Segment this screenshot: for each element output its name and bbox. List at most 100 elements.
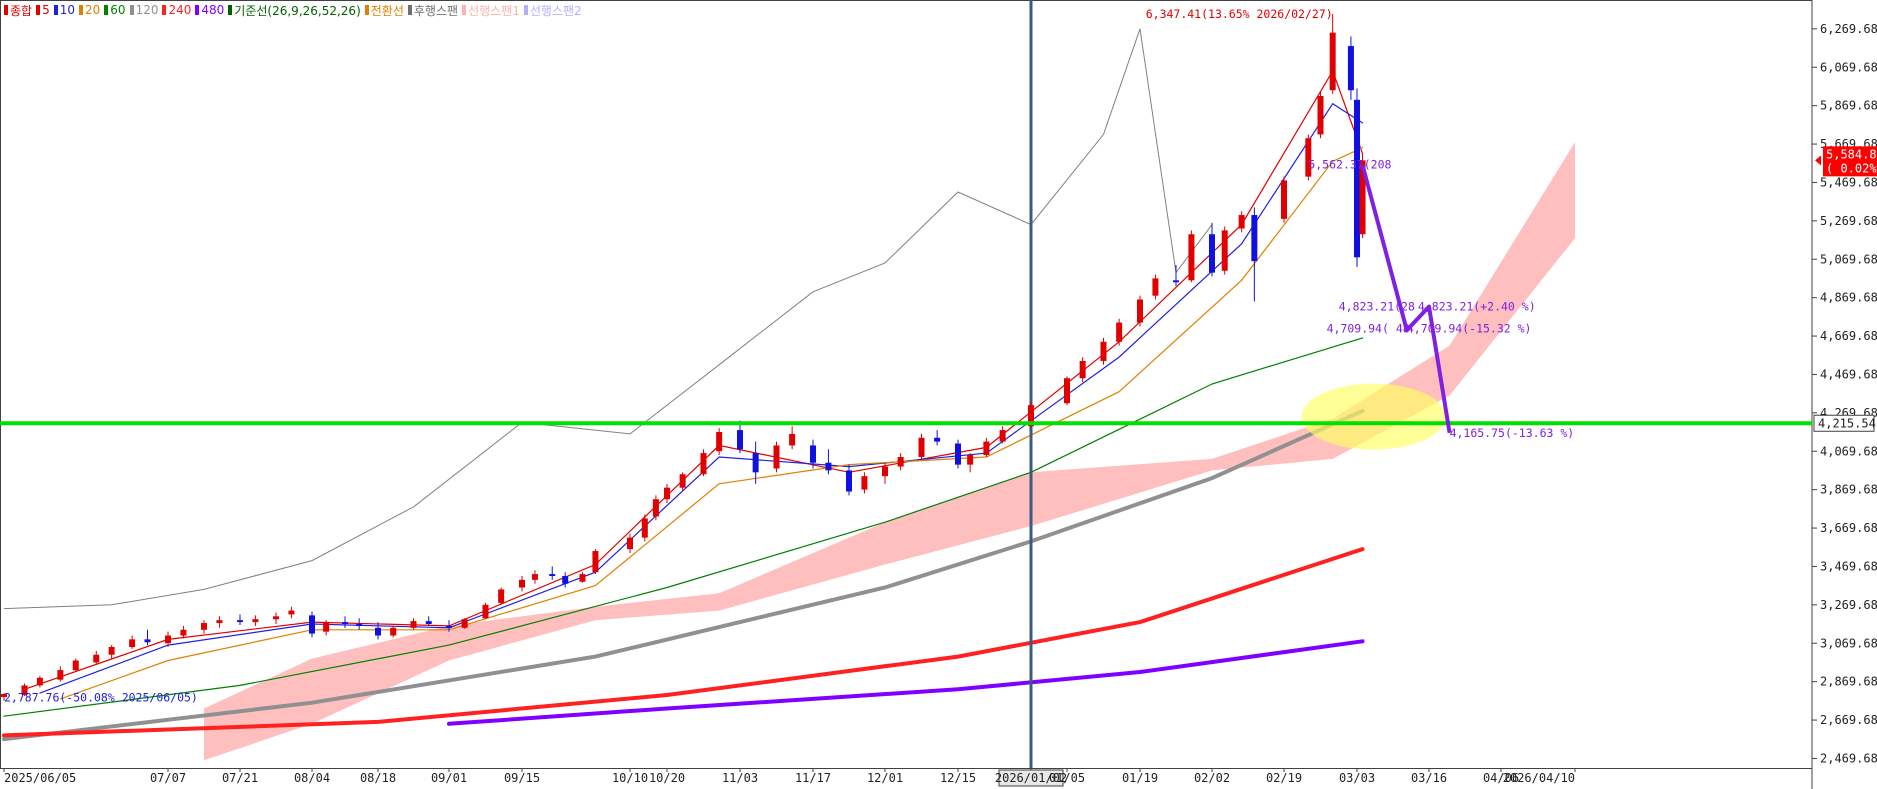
candle-body[interactable] (592, 551, 599, 573)
candle-body[interactable] (1221, 230, 1228, 271)
candle-body[interactable] (309, 615, 315, 634)
y-tick-label: 3,269.68 (1820, 598, 1877, 612)
candle-body[interactable] (897, 456, 904, 467)
x-tick-label: 09/15 (504, 771, 540, 785)
legend-item[interactable]: 480 (195, 3, 224, 17)
candle-body[interactable] (461, 619, 468, 628)
candle-body[interactable] (1152, 278, 1159, 296)
candle-body[interactable] (1079, 360, 1086, 379)
candle-body[interactable] (1188, 234, 1195, 281)
candle-body[interactable] (1251, 215, 1258, 262)
legend-label: 240 (168, 3, 192, 17)
candle-body[interactable] (983, 441, 990, 456)
candle-body[interactable] (93, 654, 100, 663)
legend-label: 10 (59, 3, 76, 17)
candle-body[interactable] (752, 453, 759, 473)
candle-body[interactable] (144, 639, 151, 643)
candle-body[interactable] (216, 620, 223, 624)
candle-body[interactable] (918, 437, 925, 457)
candle-body[interactable] (108, 647, 115, 655)
candle-body[interactable] (999, 430, 1006, 442)
legend-item[interactable]: 60 (104, 3, 126, 17)
candle-body[interactable] (252, 619, 259, 623)
candle-body[interactable] (446, 625, 452, 628)
legend-label: 480 (201, 3, 225, 17)
y-tick-label: 4,869.68 (1820, 291, 1877, 305)
candle-body[interactable] (72, 660, 79, 671)
candle-body[interactable] (882, 466, 888, 477)
candle-body[interactable] (1173, 280, 1179, 283)
candle-body[interactable] (641, 518, 648, 538)
candle-body[interactable] (498, 589, 505, 603)
candle-body[interactable] (627, 537, 633, 550)
candle-body[interactable] (201, 623, 207, 630)
candle-body[interactable] (716, 432, 723, 452)
candle-body[interactable] (679, 474, 686, 488)
candle-body[interactable] (1209, 234, 1215, 273)
candle-body[interactable] (482, 604, 489, 619)
candle-body[interactable] (1281, 180, 1287, 219)
candle-body[interactable] (700, 453, 707, 475)
legend-swatch (36, 5, 41, 15)
price-level-label: 4,215.54 (1818, 416, 1876, 430)
legend-item[interactable]: 120 (129, 3, 158, 17)
candle-body[interactable] (549, 574, 556, 576)
candle-body[interactable] (273, 616, 279, 620)
candle-body[interactable] (288, 610, 295, 615)
legend-item[interactable]: 20 (79, 3, 100, 17)
candle-body[interactable] (846, 470, 852, 492)
candle-body[interactable] (1064, 378, 1070, 404)
annotation-label: 4,165.75(-13.63 %) (1450, 426, 1575, 440)
candle-body[interactable] (1317, 96, 1324, 135)
candle-body[interactable] (36, 677, 43, 686)
current-price-value: 5,584.87 (1826, 147, 1877, 161)
candle-body[interactable] (1137, 299, 1143, 323)
stock-chart[interactable]: 6,269.686,069.685,869.685,669.685,469.68… (0, 0, 1877, 789)
candle-body[interactable] (934, 437, 941, 442)
candle-body[interactable] (342, 622, 348, 624)
legend-item[interactable]: 종합 (4, 2, 32, 19)
legend-item[interactable]: 후행스팬 (407, 2, 458, 19)
candle-body[interactable] (1100, 341, 1107, 361)
candle-body[interactable] (967, 455, 974, 465)
candle-body[interactable] (1347, 46, 1354, 91)
candle-body[interactable] (519, 579, 525, 588)
candle-body[interactable] (579, 574, 586, 582)
candle-body[interactable] (737, 430, 743, 450)
candle-body[interactable] (789, 433, 796, 446)
candle-body[interactable] (861, 476, 868, 490)
candle-body[interactable] (410, 621, 417, 628)
legend-item[interactable]: 5 (36, 3, 50, 17)
candle-body[interactable] (1354, 99, 1360, 258)
candle-body[interactable] (562, 576, 569, 584)
annotation-label: 4,823.21(28 (1339, 300, 1415, 314)
candle-body[interactable] (1116, 322, 1123, 342)
candle-body[interactable] (57, 670, 64, 680)
legend-item[interactable]: 10 (53, 3, 76, 17)
legend-item[interactable]: 240 (162, 3, 191, 17)
candle-body[interactable] (180, 629, 187, 636)
candle-body[interactable] (1238, 215, 1245, 229)
candle-body[interactable] (375, 627, 381, 636)
candle-body[interactable] (664, 487, 670, 500)
candle-body[interactable] (129, 639, 136, 648)
candle-body[interactable] (237, 620, 243, 623)
candle-body[interactable] (531, 574, 538, 580)
candle-body[interactable] (323, 622, 330, 632)
candle-body[interactable] (773, 445, 780, 469)
candle-body[interactable] (652, 499, 659, 517)
legend-item[interactable]: 선행스팬1 (462, 2, 520, 19)
candle-body[interactable] (390, 627, 397, 636)
candle-body[interactable] (1329, 32, 1336, 91)
candle-body[interactable] (810, 445, 816, 463)
legend-item[interactable]: 전환선 (364, 2, 404, 19)
x-tick-label: 03/16 (1411, 771, 1447, 785)
candle-body[interactable] (165, 635, 171, 644)
legend-item[interactable]: 기준선(26,9,26,52,26) (228, 2, 361, 19)
legend-item[interactable]: 선행스팬2 (523, 2, 582, 19)
candle-body[interactable] (825, 462, 832, 471)
candle-body[interactable] (425, 621, 432, 624)
legend-swatch (228, 5, 233, 15)
candle-body[interactable] (356, 624, 363, 626)
candle-body[interactable] (955, 443, 961, 465)
